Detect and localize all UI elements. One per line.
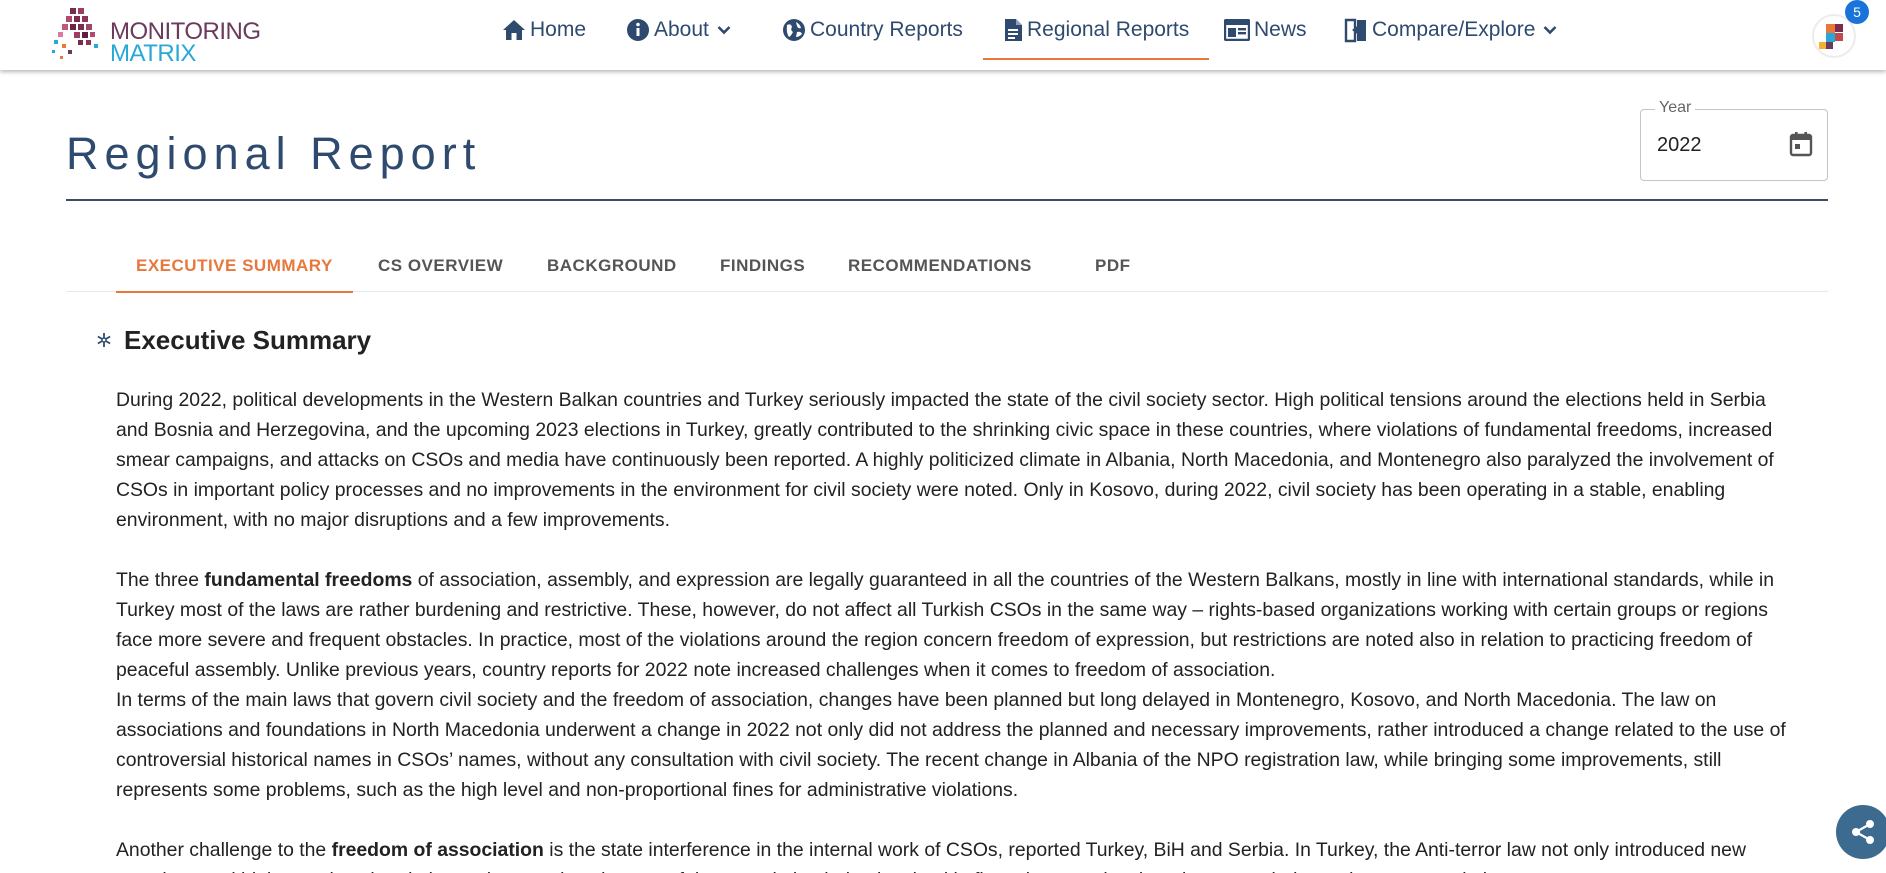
nav-news-label: News [1254, 18, 1307, 41]
share-button[interactable] [1836, 805, 1886, 859]
year-value[interactable]: 2022 [1657, 134, 1702, 157]
tab-findings[interactable]: FINDINGS [720, 240, 805, 292]
document-icon [1005, 19, 1022, 41]
tab-background[interactable]: BACKGROUND [547, 240, 677, 292]
nav-home[interactable]: Home [502, 0, 586, 60]
nav-about-label: About [654, 18, 709, 41]
monitoring-matrix-logo[interactable]: MONITORING MATRIX [48, 4, 261, 67]
chevron-down-icon [717, 26, 731, 35]
tab-executive-summary[interactable]: EXECUTIVE SUMMARY [116, 240, 353, 293]
chevron-down-icon [1543, 26, 1557, 35]
executive-summary-content: During 2022, political developments in t… [116, 385, 1798, 873]
paragraph-text: The three [116, 569, 205, 591]
home-icon [503, 20, 525, 40]
user-menu[interactable]: 5 [1812, 0, 1869, 58]
info-icon [627, 19, 649, 41]
freedom-of-association-term: freedom of association [331, 839, 544, 861]
calendar-icon[interactable] [1789, 130, 1813, 158]
summary-paragraph-2: The three fundamental freedoms of associ… [116, 565, 1798, 685]
tab-pdf[interactable]: PDF [1095, 240, 1131, 292]
nav-regional-reports[interactable]: Regional Reports [982, 0, 1210, 60]
notification-badge: 5 [1845, 0, 1869, 24]
nav-country-reports-label: Country Reports [810, 18, 963, 41]
globe-icon [783, 19, 805, 41]
tab-cs-overview[interactable]: CS OVERVIEW [378, 240, 503, 292]
snowflake-icon [97, 333, 111, 347]
year-label: Year [1655, 99, 1696, 117]
summary-paragraph-4: Another challenge to the freedom of asso… [116, 835, 1798, 873]
nav-country-reports[interactable]: Country Reports [782, 0, 963, 60]
report-tabs: EXECUTIVE SUMMARY CS OVERVIEW BACKGROUND… [66, 240, 1828, 293]
page-title: Regional Report [66, 128, 482, 179]
nav-home-label: Home [530, 18, 587, 41]
share-icon [1852, 820, 1874, 844]
nav-about[interactable]: About [626, 0, 731, 60]
logo-text-matrix: MATRIX [110, 40, 196, 67]
nav-news[interactable]: News [1224, 0, 1307, 60]
nav-regional-reports-label: Regional Reports [1027, 18, 1190, 41]
top-navigation-bar: MONITORING MATRIX Home About Country Rep… [0, 0, 1886, 70]
nav-compare-explore-label: Compare/Explore [1372, 18, 1536, 41]
nav-compare-explore[interactable]: Compare/Explore [1344, 0, 1557, 60]
section-heading: Executive Summary [124, 325, 372, 355]
summary-paragraph-3: In terms of the main laws that govern ci… [116, 689, 1786, 801]
matrix-logo-icon [1819, 24, 1843, 49]
title-divider [66, 199, 1828, 201]
fundamental-freedoms-term: fundamental freedoms [204, 569, 413, 591]
compare-icon [1344, 18, 1366, 43]
newspaper-icon [1224, 19, 1250, 41]
summary-paragraph-1: During 2022, political developments in t… [116, 389, 1774, 531]
year-picker[interactable]: Year 2022 [1640, 99, 1828, 181]
paragraph-text: Another challenge to the [116, 839, 332, 861]
logo-mark-icon [52, 8, 98, 59]
tab-recommendations[interactable]: RECOMMENDATIONS [848, 240, 1032, 292]
